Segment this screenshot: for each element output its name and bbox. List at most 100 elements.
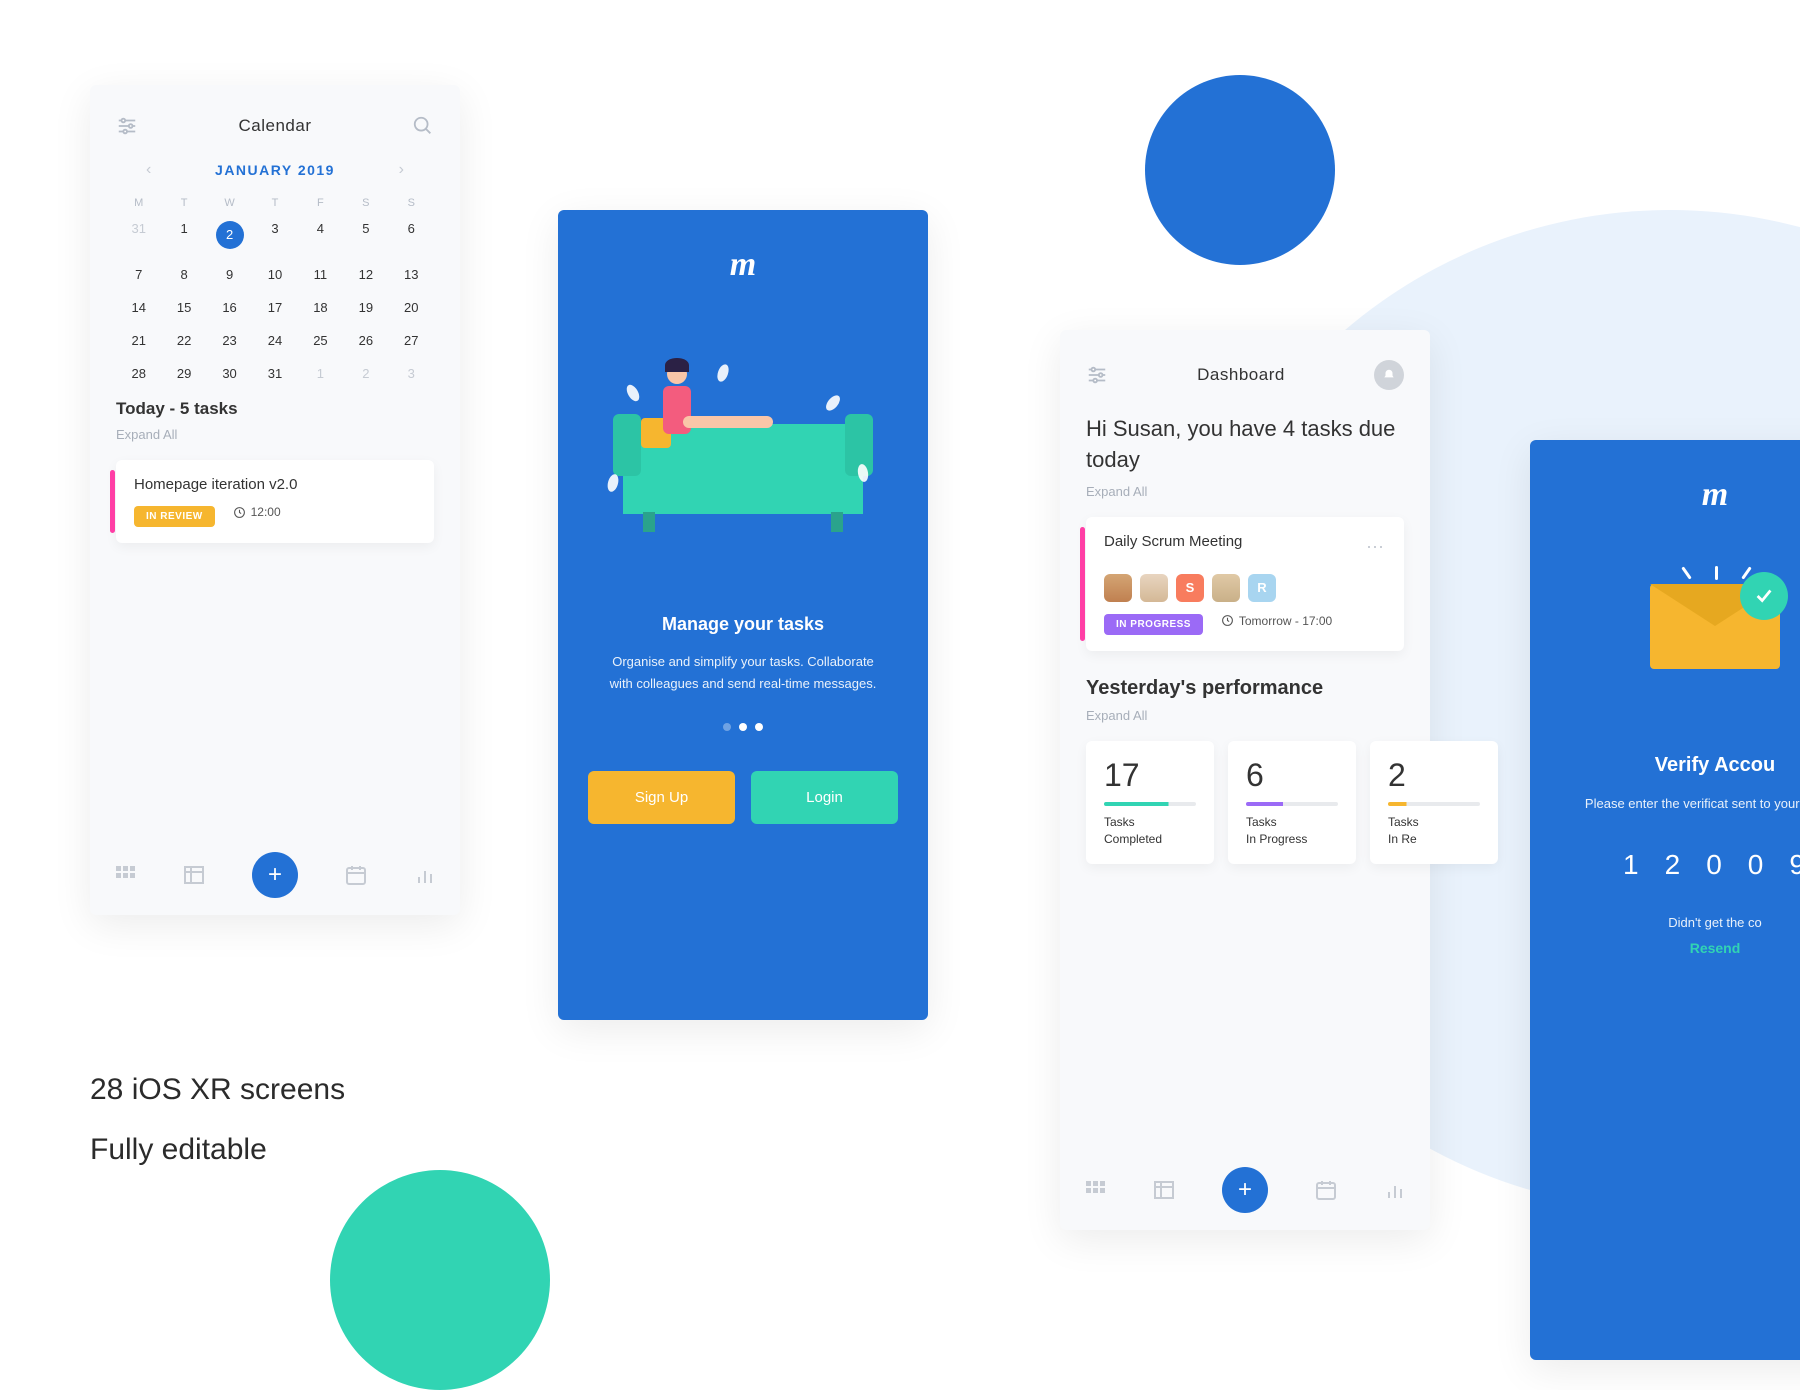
verify-screen: m Verify Accou Please enter the verifica… bbox=[1530, 440, 1800, 1360]
calendar-day[interactable]: 8 bbox=[161, 267, 206, 282]
code-digit[interactable]: 0 bbox=[1706, 849, 1724, 881]
calendar-day[interactable]: 28 bbox=[116, 366, 161, 381]
next-month-button[interactable]: › bbox=[399, 161, 404, 179]
calendar-day[interactable]: 5 bbox=[343, 221, 388, 249]
calendar-day[interactable]: 31 bbox=[252, 366, 297, 381]
code-digit[interactable]: 2 bbox=[1665, 849, 1683, 881]
calendar-day[interactable]: 15 bbox=[161, 300, 206, 315]
calendar-day[interactable]: 14 bbox=[116, 300, 161, 315]
stat-card[interactable]: 2 TasksIn Re bbox=[1370, 741, 1498, 864]
calendar-day[interactable]: 9 bbox=[207, 267, 252, 282]
chart-icon[interactable] bbox=[413, 863, 437, 887]
calendar-day[interactable]: 26 bbox=[343, 333, 388, 348]
task-card[interactable]: Homepage iteration v2.0 IN REVIEW 12:00 bbox=[116, 460, 434, 543]
code-digit[interactable]: 0 bbox=[1748, 849, 1766, 881]
calendar-screen: Calendar ‹ JANUARY 2019 › MTWTFSS 311234… bbox=[90, 85, 460, 915]
calendar-day[interactable]: 16 bbox=[207, 300, 252, 315]
grid-icon[interactable] bbox=[1083, 1178, 1107, 1202]
bottom-nav: + bbox=[1060, 1150, 1430, 1230]
calendar-day[interactable]: 2 bbox=[207, 221, 252, 249]
table-icon[interactable] bbox=[182, 863, 206, 887]
resend-prompt: Didn't get the co bbox=[1560, 915, 1800, 930]
calendar-icon[interactable] bbox=[344, 863, 368, 887]
avatar[interactable] bbox=[1140, 574, 1168, 602]
bell-icon bbox=[1382, 368, 1396, 382]
filter-icon[interactable] bbox=[116, 115, 138, 137]
calendar-day[interactable]: 13 bbox=[389, 267, 434, 282]
section-title: Yesterday's performance bbox=[1086, 677, 1404, 700]
expand-all-link[interactable]: Expand All bbox=[116, 427, 434, 442]
stat-label: TasksCompleted bbox=[1104, 814, 1196, 848]
calendar-day[interactable]: 31 bbox=[116, 221, 161, 249]
calendar-day[interactable]: 25 bbox=[298, 333, 343, 348]
avatar[interactable]: R bbox=[1248, 574, 1276, 602]
expand-all-link[interactable]: Expand All bbox=[1086, 484, 1404, 499]
calendar-day[interactable]: 11 bbox=[298, 267, 343, 282]
filter-icon[interactable] bbox=[1086, 364, 1108, 386]
onboarding-screen: m Manage your tasks Organise and simplif… bbox=[558, 210, 928, 1020]
calendar-day[interactable]: 4 bbox=[298, 221, 343, 249]
calendar-day[interactable]: 20 bbox=[389, 300, 434, 315]
grid-icon[interactable] bbox=[113, 863, 137, 887]
avatar[interactable]: S bbox=[1176, 574, 1204, 602]
mail-illustration bbox=[1635, 584, 1795, 704]
app-logo: m bbox=[1560, 476, 1800, 514]
calendar-day[interactable]: 7 bbox=[116, 267, 161, 282]
notification-button[interactable] bbox=[1374, 360, 1404, 390]
resend-link[interactable]: Resend bbox=[1560, 940, 1800, 956]
calendar-day[interactable]: 1 bbox=[298, 366, 343, 381]
calendar-day[interactable]: 2 bbox=[343, 366, 388, 381]
expand-all-link[interactable]: Expand All bbox=[1086, 708, 1404, 723]
more-icon[interactable]: ⋯ bbox=[1366, 537, 1386, 558]
bottom-nav: + bbox=[90, 835, 460, 915]
avatar[interactable] bbox=[1104, 574, 1132, 602]
calendar-day[interactable]: 6 bbox=[389, 221, 434, 249]
progress-bar bbox=[1388, 802, 1480, 806]
progress-bar bbox=[1104, 802, 1196, 806]
calendar-day[interactable]: 3 bbox=[252, 221, 297, 249]
app-logo: m bbox=[588, 246, 898, 284]
today-title: Today - 5 tasks bbox=[116, 399, 434, 419]
calendar-day[interactable]: 24 bbox=[252, 333, 297, 348]
weekday-header: MTWTFSS bbox=[116, 197, 434, 209]
dashboard-screen: Dashboard Hi Susan, you have 4 tasks due… bbox=[1060, 330, 1430, 1230]
table-icon[interactable] bbox=[1152, 1178, 1176, 1202]
calendar-day[interactable]: 17 bbox=[252, 300, 297, 315]
calendar-day[interactable]: 3 bbox=[389, 366, 434, 381]
month-label: JANUARY 2019 bbox=[215, 162, 335, 178]
task-time: Tomorrow - 17:00 bbox=[1221, 614, 1332, 628]
task-card[interactable]: Daily Scrum Meeting ⋯ S R IN PROGRESS To… bbox=[1086, 517, 1404, 652]
chart-icon[interactable] bbox=[1383, 1178, 1407, 1202]
add-button[interactable]: + bbox=[252, 852, 298, 898]
prev-month-button[interactable]: ‹ bbox=[146, 161, 151, 179]
signup-button[interactable]: Sign Up bbox=[588, 771, 735, 824]
calendar-day[interactable]: 12 bbox=[343, 267, 388, 282]
calendar-day[interactable]: 27 bbox=[389, 333, 434, 348]
avatar[interactable] bbox=[1212, 574, 1240, 602]
task-title: Daily Scrum Meeting bbox=[1104, 533, 1242, 550]
add-button[interactable]: + bbox=[1222, 1167, 1268, 1213]
calendar-day[interactable]: 23 bbox=[207, 333, 252, 348]
code-input-row[interactable]: 12009 bbox=[1560, 849, 1800, 881]
check-icon bbox=[1740, 572, 1788, 620]
task-title: Homepage iteration v2.0 bbox=[134, 476, 416, 493]
decorative-circle bbox=[1145, 75, 1335, 265]
calendar-day[interactable]: 1 bbox=[161, 221, 206, 249]
calendar-day[interactable]: 22 bbox=[161, 333, 206, 348]
status-badge: IN PROGRESS bbox=[1104, 614, 1203, 635]
calendar-day[interactable]: 21 bbox=[116, 333, 161, 348]
login-button[interactable]: Login bbox=[751, 771, 898, 824]
calendar-day[interactable]: 19 bbox=[343, 300, 388, 315]
stat-card[interactable]: 6 TasksIn Progress bbox=[1228, 741, 1356, 864]
stat-card[interactable]: 17 TasksCompleted bbox=[1086, 741, 1214, 864]
calendar-day[interactable]: 30 bbox=[207, 366, 252, 381]
page-indicator bbox=[588, 723, 898, 731]
calendar-icon[interactable] bbox=[1314, 1178, 1338, 1202]
code-digit[interactable]: 1 bbox=[1623, 849, 1641, 881]
code-digit[interactable]: 9 bbox=[1789, 849, 1800, 881]
verify-title: Verify Accou bbox=[1560, 754, 1800, 777]
calendar-day[interactable]: 29 bbox=[161, 366, 206, 381]
calendar-day[interactable]: 10 bbox=[252, 267, 297, 282]
search-icon[interactable] bbox=[412, 115, 434, 137]
calendar-day[interactable]: 18 bbox=[298, 300, 343, 315]
